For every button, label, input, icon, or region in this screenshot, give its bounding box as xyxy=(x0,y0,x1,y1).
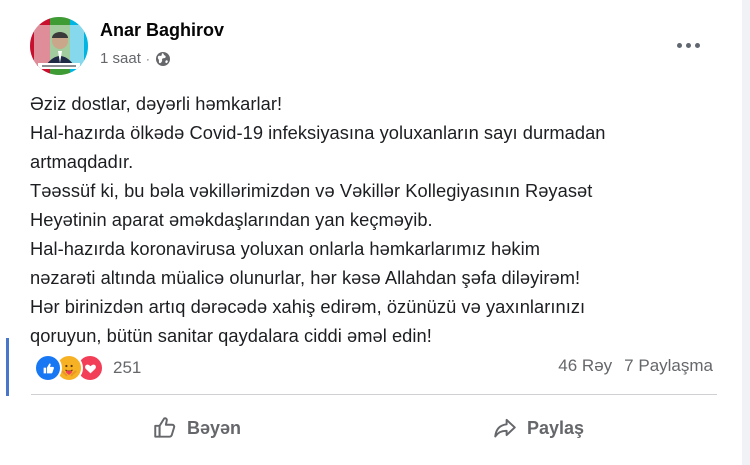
comments-count[interactable]: 46 Rəy xyxy=(558,356,612,376)
post-text-line: Hal-hazırda koronavirusa yoluxan onlarla… xyxy=(30,238,541,259)
thumbs-up-icon xyxy=(152,415,178,441)
post-text-line: artmaqdadır. xyxy=(30,151,134,172)
post-text-line: Heyətinin aparat əməkdaşlarından yan keç… xyxy=(30,209,433,230)
like-button-label: Bəyən xyxy=(187,417,242,438)
post-text-line: Hər birinizdən artıq dərəcədə xahiş edir… xyxy=(30,296,586,317)
post-time[interactable]: 1 saat xyxy=(100,50,141,67)
engagement-stats: 46 Rəy 7 Paylaşma xyxy=(558,356,713,376)
avatar[interactable] xyxy=(30,17,88,75)
post-text-line: qoruyun, bütün sanitar qaydalara ciddi ə… xyxy=(30,325,432,346)
like-button[interactable]: Bəyən xyxy=(152,404,241,452)
shares-count[interactable]: 7 Paylaşma xyxy=(624,356,713,376)
reaction-icons[interactable] xyxy=(34,354,104,382)
share-button[interactable]: Paylaş xyxy=(492,404,584,452)
post-meta: 1 saat · xyxy=(100,50,171,67)
share-arrow-icon xyxy=(492,415,518,441)
page-edge xyxy=(742,0,750,465)
post-card: Anar Baghirov 1 saat · Əziz dostlar, dəy… xyxy=(0,0,750,465)
actions-divider xyxy=(31,394,717,395)
post-text-line: Təəssüf ki, bu bəla vəkillərimizdən və V… xyxy=(30,180,593,201)
globe-icon[interactable] xyxy=(155,51,171,67)
post-text: Əziz dostlar, dəyərli həmkarlar! Hal-haz… xyxy=(30,89,730,350)
post-text-line: nəzarəti altında müalicə olunurlar, hər … xyxy=(30,267,581,288)
post-text-line: Hal-hazırda ölkədə Covid-19 infeksiyasın… xyxy=(30,122,606,143)
avatar-image xyxy=(30,17,88,75)
meta-separator: · xyxy=(145,51,150,66)
left-accent-bar xyxy=(6,338,9,396)
like-icon[interactable] xyxy=(34,354,62,382)
reaction-count[interactable]: 251 xyxy=(113,358,141,378)
author-name[interactable]: Anar Baghirov xyxy=(100,20,224,41)
post-text-line: Əziz dostlar, dəyərli həmkarlar! xyxy=(30,93,283,114)
share-button-label: Paylaş xyxy=(527,417,585,438)
more-options-icon[interactable] xyxy=(668,30,708,60)
reaction-summary[interactable]: 251 xyxy=(34,354,141,382)
